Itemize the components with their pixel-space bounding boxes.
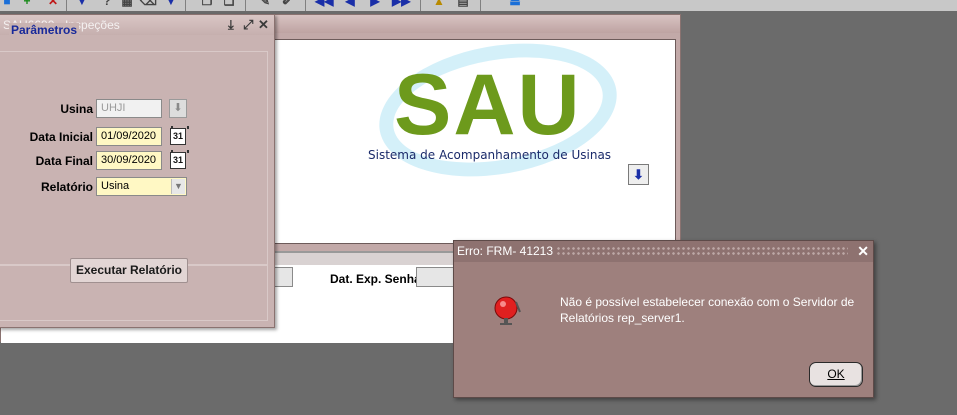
last-icon[interactable]: ▶▶ [392,0,410,8]
parameters-group-title: Parâmetros [9,23,80,37]
executar-relatorio-button[interactable]: Executar Relatório [70,258,188,283]
add-icon[interactable]: + [20,0,34,8]
edit-icon[interactable]: ✎ [258,0,272,8]
help-icon[interactable]: ? [100,0,114,8]
calendar-icon[interactable]: 31 [170,126,189,145]
relatorio-select[interactable]: Usina ▼ [96,177,187,196]
chevron-down-icon[interactable]: ▼ [171,179,185,194]
logo-subtitle: Sistema de Acompanhamento de Usinas [368,148,612,162]
relatorio-value: Usina [101,180,130,192]
grid-icon[interactable]: ▦ [120,0,134,8]
relatorio-label: Relatório [40,180,93,194]
save-icon[interactable]: ■ [0,0,14,8]
first-icon[interactable]: ◀◀ [315,0,333,8]
data-inicial-field[interactable]: 01/09/2020 [96,127,162,146]
error-dialog-titlebar[interactable]: Erro: FRM- 41213 ✕ [454,241,873,262]
titlebar-grip [556,246,848,256]
print-icon[interactable]: ▤ [456,0,470,8]
data-final-label: Data Final [35,154,93,168]
pen-icon[interactable]: ✐ [280,0,294,8]
upload-icon[interactable]: ▲ [432,0,446,8]
close-icon[interactable]: ✕ [258,17,269,33]
prev-icon[interactable]: ◀ [343,0,357,8]
maximize-icon[interactable]: ⤢ [243,17,253,33]
close-icon[interactable]: ✕ [857,243,869,260]
data-final-field[interactable]: 30/09/2020 [96,151,162,170]
down-arrow-icon[interactable]: ▼ [75,0,89,8]
copy-icon[interactable]: ❐ [200,0,214,8]
usina-lookup-button[interactable]: ⬇ [169,99,187,118]
exit-icon[interactable]: ⏏ [508,0,522,8]
error-dialog-title: Erro: FRM- 41213 [457,244,554,258]
ok-button-label: OK [827,367,845,381]
delete-icon[interactable]: ✕ [46,0,60,8]
sau-logo: SAU [394,57,582,153]
ok-button[interactable]: OK [809,362,863,387]
usina-field[interactable]: UHJI [96,99,162,118]
field-left[interactable] [272,267,293,287]
usina-label: Usina [60,102,93,116]
paste-icon[interactable]: ❏ [222,0,236,8]
down-icon[interactable]: ▼ [164,0,178,8]
download-icon: ⬇ [173,102,183,114]
calendar-icon[interactable]: 31 [170,150,189,169]
download-button[interactable]: ⬇ [628,164,649,185]
minimize-icon[interactable]: ⤓ [228,17,234,33]
next-icon[interactable]: ▶ [368,0,382,8]
download-icon: ⬇ [633,167,644,182]
alarm-bell-icon [494,296,521,325]
data-inicial-label: Data Inicial [29,130,93,144]
dat-exp-senha-label: Dat. Exp. Senha [330,272,421,286]
error-message: Não é possível estabelecer conexão com o… [560,295,855,325]
clear-icon[interactable]: ⌫ [140,0,157,8]
dat-exp-senha-field[interactable] [416,267,456,287]
toolbar: ■ + ✕ ▼ ? ▦ ⌫ ▼ ❐ ❏ ✎ ✐ ◀◀ ◀ ▶ ▶▶ ▲ ▤ ⏏ [0,0,957,11]
